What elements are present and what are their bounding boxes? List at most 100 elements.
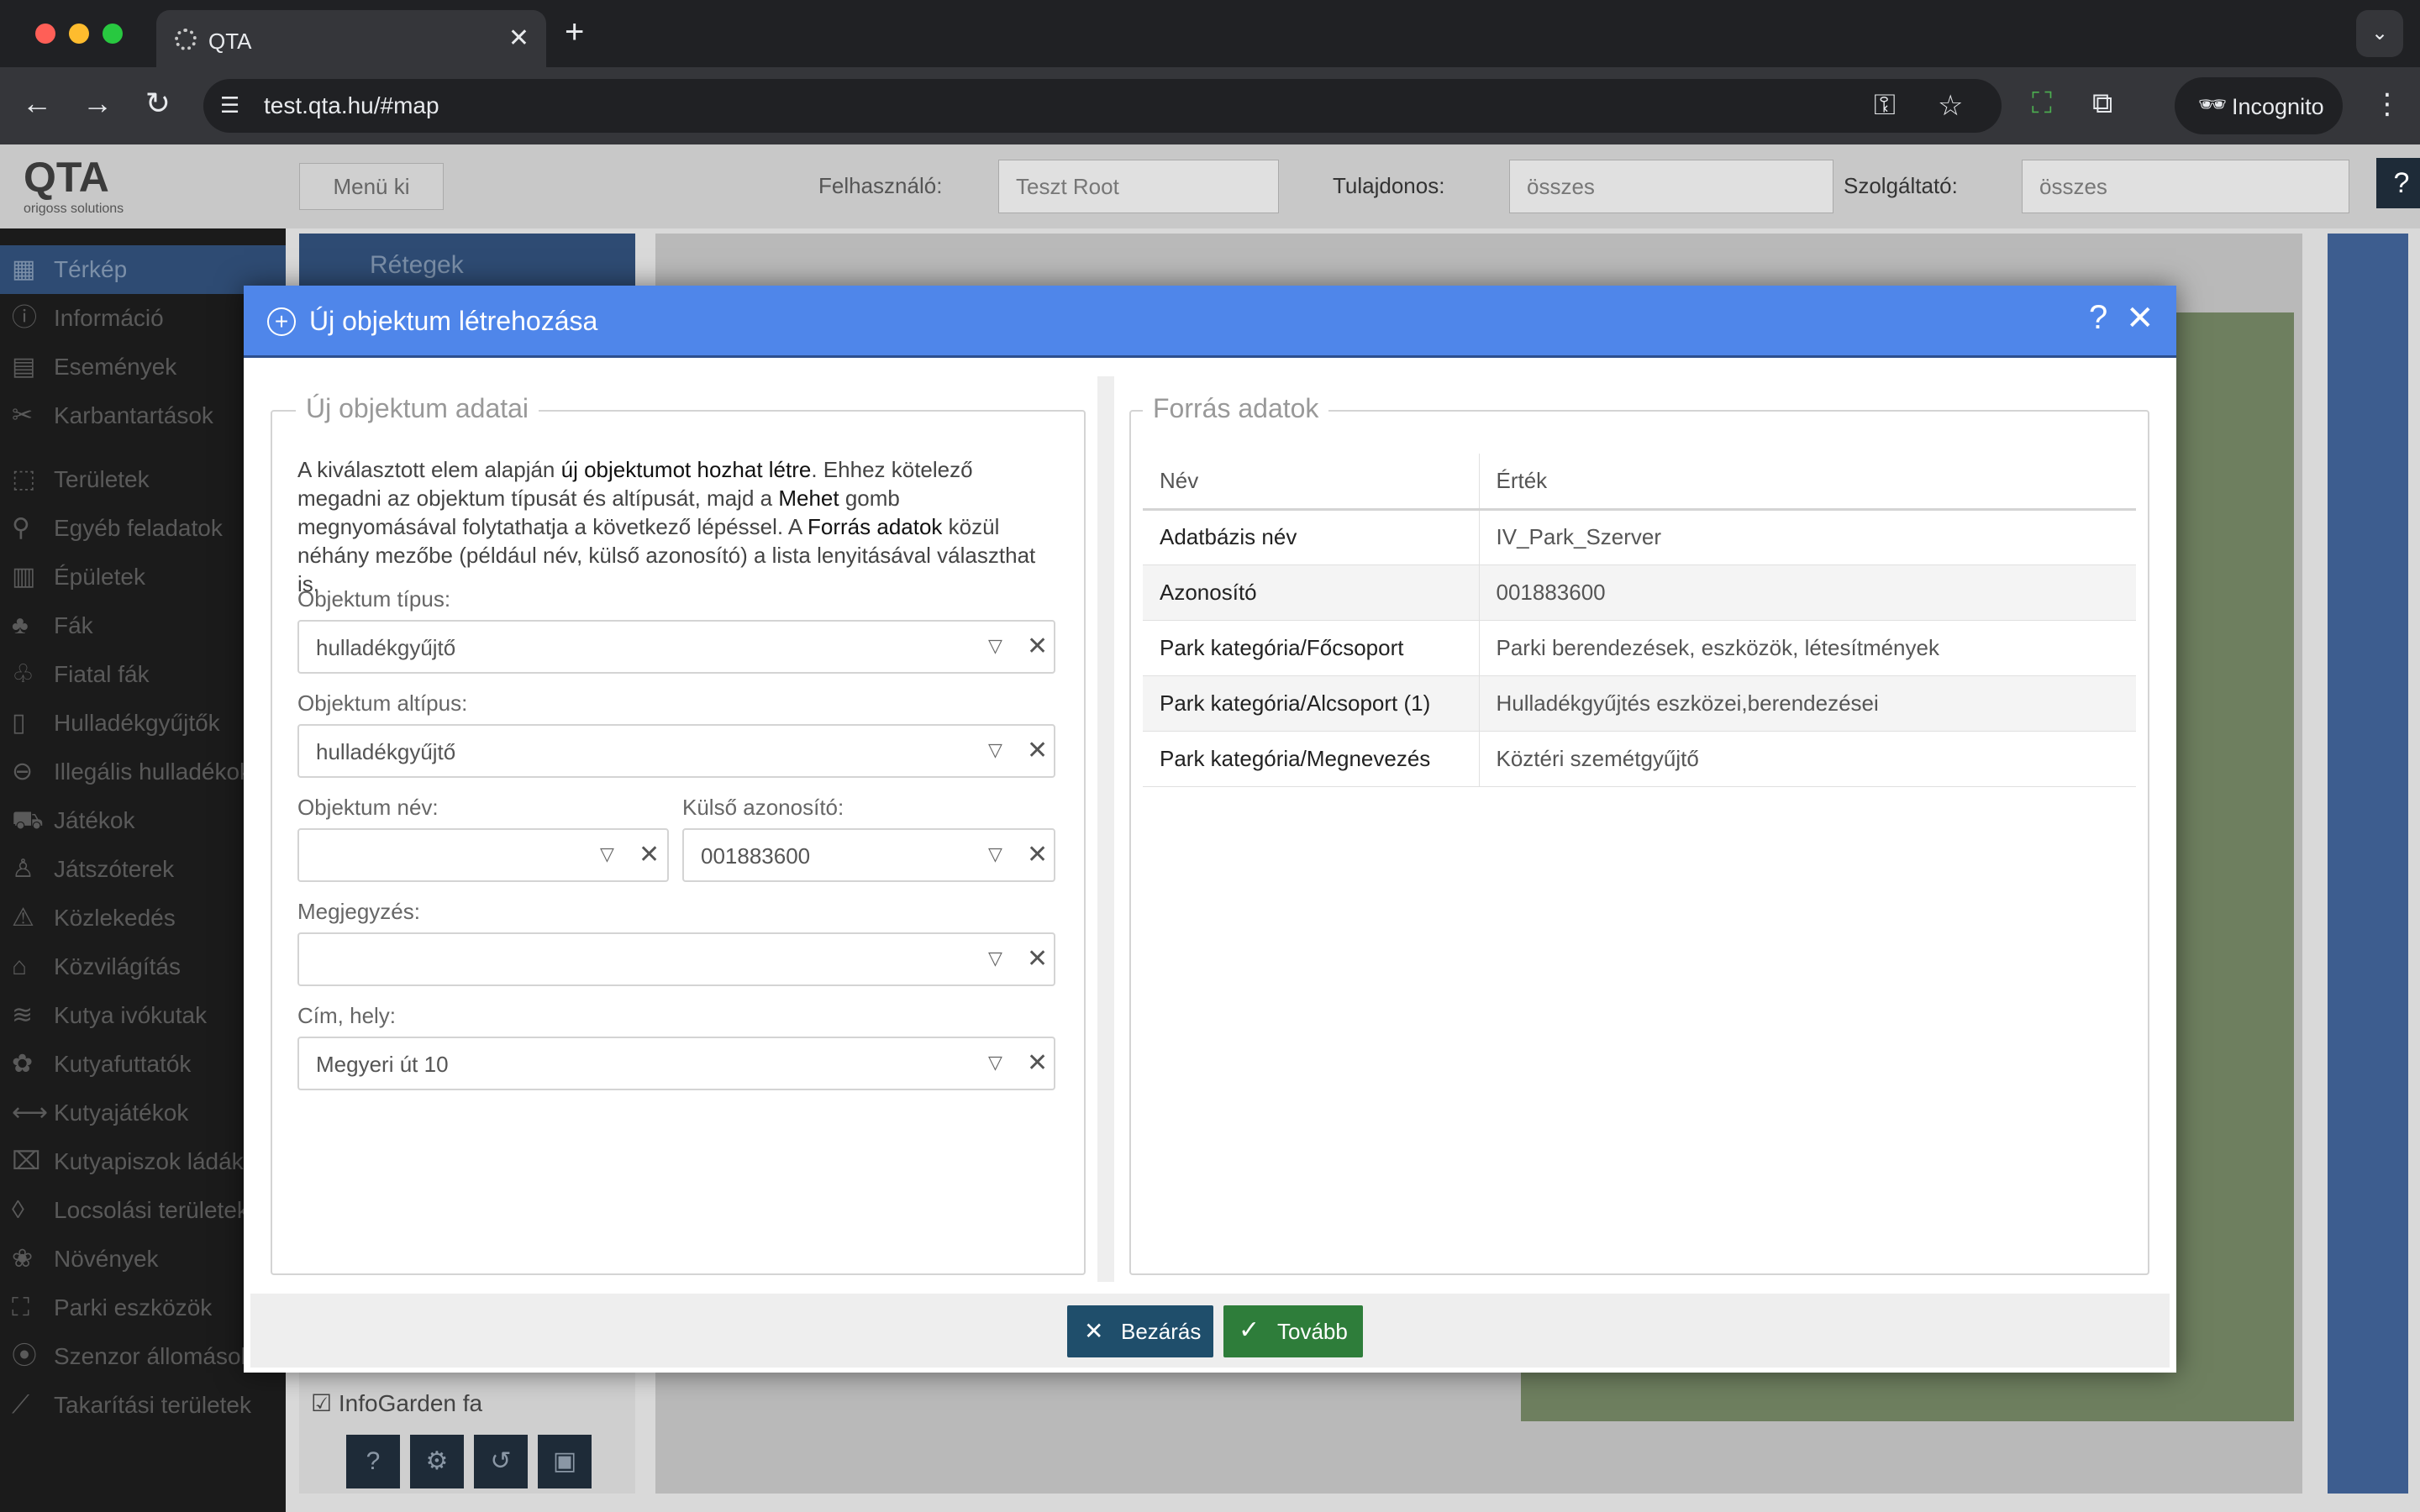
sidebar-item-11[interactable]: ⛟ Játékok — [0, 796, 286, 845]
clear-icon[interactable]: ✕ — [1027, 840, 1048, 869]
incognito-badge[interactable]: 🕶 Incognito — [2175, 77, 2343, 134]
new-tab-icon[interactable]: + — [565, 13, 584, 51]
address-select[interactable]: Megyeri út 10 ▽ ✕ — [297, 1037, 1055, 1090]
sidebar-item-18[interactable]: ⌧ Kutyapiszok ládák — [0, 1137, 286, 1186]
chevron-down-icon[interactable]: ▽ — [600, 843, 614, 865]
sidebar-item-3[interactable]: ✂ Karbantartások — [0, 391, 286, 440]
menu-toggle-button[interactable]: Menü ki — [299, 163, 444, 210]
table-row[interactable]: Azonosító 001883600 — [1143, 564, 2136, 621]
sidebar-item-12[interactable]: ♙ Játszóterek — [0, 845, 286, 894]
sidebar-item-label: Kutyapiszok ládák — [54, 1148, 244, 1174]
source-data-fieldset: Forrás adatok Név Érték Adatbázis név IV_… — [1129, 393, 2149, 1275]
chevron-down-icon[interactable]: ▽ — [988, 843, 1002, 865]
chevron-down-icon[interactable]: ▽ — [988, 635, 1002, 657]
sidebar-item-23[interactable]: ⟋ Takarítási területek — [0, 1381, 286, 1430]
extensions-icon[interactable]: ⧉ — [2092, 87, 2112, 120]
clear-icon[interactable]: ✕ — [639, 840, 660, 869]
window-close-dot[interactable] — [35, 24, 55, 44]
sidebar-item-21[interactable]: ⛶ Parki eszközök — [0, 1284, 286, 1332]
address-value: Megyeri út 10 — [316, 1052, 449, 1077]
note-select[interactable]: ▽ ✕ — [297, 932, 1055, 986]
sidebar-item-8[interactable]: ♧ Fiatal fák — [0, 650, 286, 699]
sidebar-item-19[interactable]: ◊ Locsolási területek — [0, 1186, 286, 1235]
chevron-down-icon[interactable]: ▽ — [988, 1052, 1002, 1074]
bookmark-star-icon[interactable]: ☆ — [1938, 89, 1963, 123]
tab-search-icon[interactable]: ⌄ — [2356, 10, 2403, 57]
header-help-button[interactable]: ? — [2376, 158, 2420, 208]
password-key-icon[interactable]: ⚿ — [1874, 89, 1896, 122]
layers-tab-label: Rétegek — [370, 251, 464, 279]
window-zoom-dot[interactable] — [103, 24, 123, 44]
browser-menu-icon[interactable]: ⋮ — [2373, 87, 2402, 121]
address-bar[interactable]: ☰ test.qta.hu/#map ⚿ ☆ — [203, 79, 2002, 133]
new-object-legend: Új objektum adatai — [296, 393, 539, 424]
layers-save-button[interactable]: ▣ — [538, 1435, 592, 1488]
table-row[interactable]: Park kategória/Megnevezés Köztéri szemétg… — [1143, 731, 2136, 787]
object-name-label: Objektum név: — [297, 795, 439, 820]
sidebar-item-1[interactable]: ⓘ Információ — [0, 294, 286, 343]
screenshot-icon[interactable]: ⛶ — [2032, 87, 2052, 120]
window-minimize-dot[interactable] — [69, 24, 89, 44]
table-row[interactable]: Park kategória/Alcsoport (1) Hulladékgyűj… — [1143, 675, 2136, 732]
calendar-icon: ▤ — [12, 353, 36, 381]
clear-icon[interactable]: ✕ — [1027, 944, 1048, 974]
panel-divider[interactable] — [1097, 376, 1114, 1282]
next-button[interactable]: ✓ Tovább — [1223, 1305, 1363, 1357]
sidebar-item-15[interactable]: ≋ Kutya ivókutak — [0, 991, 286, 1040]
sidebar-item-14[interactable]: ⌂ Közvilágítás — [0, 942, 286, 991]
sidebar-item-16[interactable]: ✿ Kutyafuttatók — [0, 1040, 286, 1089]
sidebar-item-4[interactable]: ⬚ Területek — [0, 455, 286, 504]
sidebar-item-6[interactable]: ▥ Épületek — [0, 553, 286, 601]
dialog-close-icon[interactable]: ✕ — [2126, 299, 2154, 338]
address-label: Cím, hely: — [297, 1003, 397, 1028]
row-key: Park kategória/Megnevezés — [1143, 731, 1480, 787]
layers-settings-button[interactable]: ⚙ — [410, 1435, 464, 1488]
sidebar-item-17[interactable]: ⟷ Kutyajátékok — [0, 1089, 286, 1137]
table-row[interactable]: Park kategória/Főcsoport Parki berendezés… — [1143, 620, 2136, 676]
object-type-select[interactable]: hulladékgyűjtő ▽ ✕ — [297, 620, 1055, 674]
sidebar-item-5[interactable]: ⚲ Egyéb feladatok — [0, 504, 286, 553]
user-field[interactable]: Teszt Root — [998, 160, 1279, 213]
sidebar-item-10[interactable]: ⊖ Illegális hulladékok — [0, 748, 286, 796]
sidebar-item-0[interactable]: ▦ Térkép — [0, 245, 286, 294]
properties-rail[interactable] — [2328, 234, 2408, 1494]
table-row[interactable]: Adatbázis név IV_Park_Szerver — [1143, 509, 2136, 565]
sidebar-item-20[interactable]: ❀ Növények — [0, 1235, 286, 1284]
dialog-help-icon[interactable]: ? — [2089, 299, 2107, 337]
sidebar-item-label: Térkép — [54, 256, 128, 282]
info-icon: ⓘ — [12, 304, 37, 332]
layer-infogarden-checkbox[interactable]: ☑ InfoGarden fa — [311, 1389, 482, 1417]
layers-undo-button[interactable]: ↺ — [474, 1435, 528, 1488]
provider-select[interactable]: összes — [2022, 160, 2349, 213]
layers-help-button[interactable]: ? — [346, 1435, 400, 1488]
sidebar-item-2[interactable]: ▤ Események — [0, 343, 286, 391]
object-subtype-select[interactable]: hulladékgyűjtő ▽ ✕ — [297, 724, 1055, 778]
external-id-select[interactable]: 001883600 ▽ ✕ — [682, 828, 1055, 882]
object-name-select[interactable]: ▽ ✕ — [297, 828, 669, 882]
sidebar-item-22[interactable]: ⦿ Szenzor állomások — [0, 1332, 286, 1381]
back-icon[interactable]: ← — [17, 86, 57, 121]
plant-icon: ❀ — [12, 1245, 34, 1273]
sidebar-item-9[interactable]: ▯ Hulladékgyűjtők — [0, 699, 286, 748]
chevron-down-icon[interactable]: ▽ — [988, 948, 1002, 969]
forward-icon[interactable]: → — [77, 86, 118, 121]
site-settings-icon[interactable]: ☰ — [220, 92, 247, 119]
chevron-down-icon[interactable]: ▽ — [988, 739, 1002, 761]
sidebar-item-7[interactable]: ♣ Fák — [0, 601, 286, 650]
sidebar-item-13[interactable]: ⚠ Közlekedés — [0, 894, 286, 942]
close-button[interactable]: ✕ Bezárás — [1067, 1305, 1213, 1357]
external-id-value: 001883600 — [701, 843, 811, 869]
sidebar-item-label: Kutya ivókutak — [54, 1002, 208, 1028]
clear-icon[interactable]: ✕ — [1027, 632, 1048, 661]
reload-icon[interactable]: ↻ — [138, 86, 178, 121]
url-text[interactable]: test.qta.hu/#map — [264, 92, 439, 119]
column-header-name[interactable]: Név — [1143, 454, 1480, 511]
clear-icon[interactable]: ✕ — [1027, 736, 1048, 765]
dialog-header: + Új objektum létrehozása ? ✕ — [244, 286, 2176, 358]
column-header-value[interactable]: Érték — [1479, 454, 2136, 511]
clear-icon[interactable]: ✕ — [1027, 1048, 1048, 1078]
browser-tab[interactable]: QTA ✕ — [156, 10, 546, 67]
tab-close-icon[interactable]: ✕ — [508, 24, 529, 53]
owner-select[interactable]: összes — [1509, 160, 1833, 213]
sidebar-item-label: Illegális hulladékok — [54, 759, 252, 785]
